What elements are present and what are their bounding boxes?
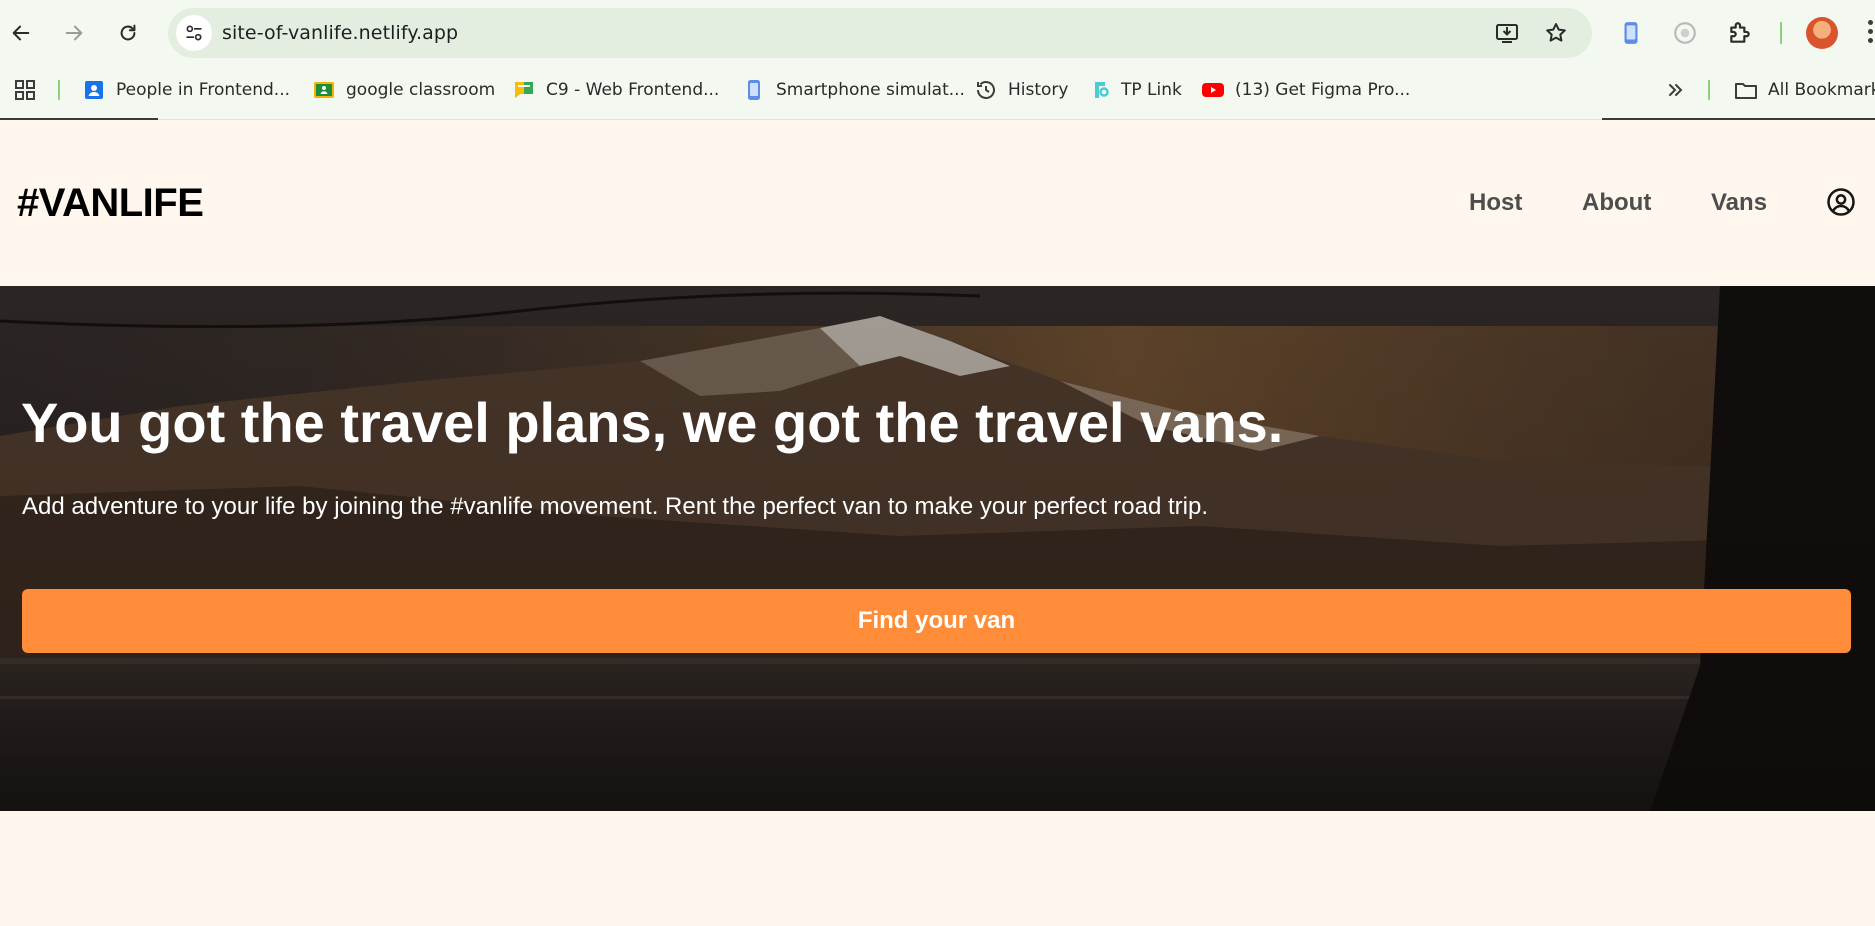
all-bookmarks-button[interactable]: All Bookmarks [1734,76,1875,104]
find-your-van-button[interactable]: Find your van [22,589,1851,653]
reload-button[interactable] [109,14,147,52]
puzzle-icon [1730,22,1750,43]
bookmark-history[interactable]: History [974,76,1068,104]
history-icon [974,78,998,102]
tune-icon [186,25,202,41]
tplink-icon [1087,78,1111,102]
chat-icon [512,78,536,102]
extensions-button[interactable] [1723,16,1757,50]
user-circle-icon[interactable] [1826,187,1856,217]
nav-host-link[interactable]: Host [1469,189,1522,217]
url-text[interactable]: site-of-vanlife.netlify.app [222,22,458,44]
hero-subtitle: Add adventure to your life by joining th… [22,493,1208,520]
bookmarks-divider [58,80,60,100]
star-icon [1546,23,1566,42]
folder-icon [1734,78,1758,102]
install-app-button[interactable] [1494,20,1520,46]
install-icon [1496,24,1518,43]
more-bookmarks-button[interactable] [1664,76,1698,104]
contacts-icon [82,78,106,102]
hero-section: You got the travel plans, we got the tra… [0,286,1875,811]
back-button[interactable] [2,14,40,52]
site-header: #VANLIFE Host About Vans [0,121,1875,286]
forward-arrow-icon [65,25,83,41]
recorder-icon [1674,22,1696,44]
double-chevron-right-icon [1664,78,1688,102]
site-info-button[interactable] [176,15,212,51]
youtube-icon [1201,78,1225,102]
phone-extension-icon [1624,22,1638,44]
back-arrow-icon [12,25,30,41]
bookmark-smartphone-simulator[interactable]: Smartphone simulat... [742,76,965,104]
browser-chrome: site-of-vanlife.netlify.app People in Fr… [0,0,1875,120]
profile-avatar[interactable] [1806,17,1838,49]
nav-vans-link[interactable]: Vans [1711,189,1767,217]
classroom-icon [312,78,336,102]
tab-edge-right [1602,118,1875,120]
phone-icon [742,78,766,102]
bookmark-tp-link[interactable]: TP Link [1087,76,1182,104]
phone-extension-button[interactable] [1614,16,1648,50]
bookmark-figma-pro[interactable]: (13) Get Figma Pro... [1201,76,1410,104]
bookmark-c9-web-frontend[interactable]: C9 - Web Frontend... [512,76,719,104]
address-bar[interactable]: site-of-vanlife.netlify.app [168,8,1592,58]
apps-button[interactable] [13,76,47,104]
nav-about-link[interactable]: About [1582,189,1651,217]
browser-menu-button[interactable] [1866,20,1875,46]
toolbar-divider [1780,22,1782,44]
site-logo[interactable]: #VANLIFE [17,181,204,226]
bookmark-google-classroom[interactable]: google classroom [312,76,495,104]
recorder-extension-button[interactable] [1668,16,1702,50]
forward-button[interactable] [55,14,93,52]
bookmark-people-in-frontend[interactable]: People in Frontend... [82,76,290,104]
bookmarks-bar: People in Frontend... google classroom C… [0,70,1875,106]
bookmarks-divider-right [1708,80,1710,100]
hero-background-image [0,286,1875,811]
hero-title: You got the travel plans, we got the tra… [21,391,1284,454]
bookmark-star-button[interactable] [1543,20,1569,46]
apps-grid-icon [13,78,37,102]
reload-icon [120,24,136,41]
tab-edge-left [0,118,158,120]
page-bottom-area [0,811,1875,926]
